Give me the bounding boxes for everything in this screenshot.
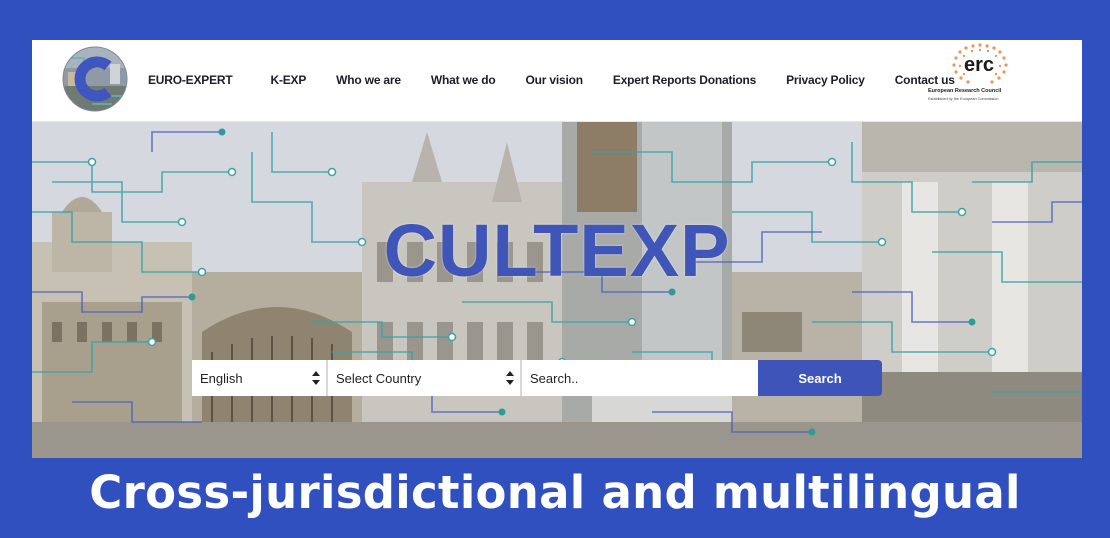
language-select-value: English: [200, 370, 243, 386]
search-button[interactable]: Search: [758, 360, 882, 396]
site-header: EURO-EXPERT K-EXP Who we are What we do …: [32, 40, 1082, 122]
caption-text: Cross-jurisdictional and multilingual: [89, 466, 1021, 519]
erc-title: European Research Council: [928, 88, 1002, 94]
country-select-value: Select Country: [336, 370, 422, 386]
nav-our-vision[interactable]: Our vision: [526, 73, 584, 87]
nav-what-we-do[interactable]: What we do: [431, 73, 496, 87]
nav-k-exp[interactable]: K-EXP: [270, 73, 306, 87]
hero-title: CULTEXP: [383, 209, 731, 292]
nav-euro-expert[interactable]: EURO-EXPERT: [148, 73, 233, 87]
language-select[interactable]: English: [192, 360, 328, 396]
cultexp-c-logo-icon[interactable]: [62, 46, 128, 112]
select-arrows-icon: [506, 371, 514, 385]
hero-banner: CULTEXP English Select Country Search: [32, 122, 1082, 458]
website-frame: EURO-EXPERT K-EXP Who we are What we do …: [32, 40, 1082, 458]
select-arrows-icon: [312, 371, 320, 385]
erc-logo[interactable]: erc European Research Council Establishe…: [926, 42, 1036, 120]
erc-wordmark: erc: [964, 54, 995, 76]
search-input[interactable]: [522, 360, 758, 396]
main-nav: EURO-EXPERT K-EXP Who we are What we do …: [148, 70, 955, 90]
nav-who-we-are[interactable]: Who we are: [336, 73, 401, 87]
nav-expert-reports-donations[interactable]: Expert Reports Donations: [613, 73, 756, 87]
country-select[interactable]: Select Country: [328, 360, 522, 396]
erc-subtitle: Established by the European Commission: [928, 97, 999, 101]
search-bar: English Select Country Search: [192, 360, 882, 396]
nav-privacy-policy[interactable]: Privacy Policy: [786, 73, 865, 87]
